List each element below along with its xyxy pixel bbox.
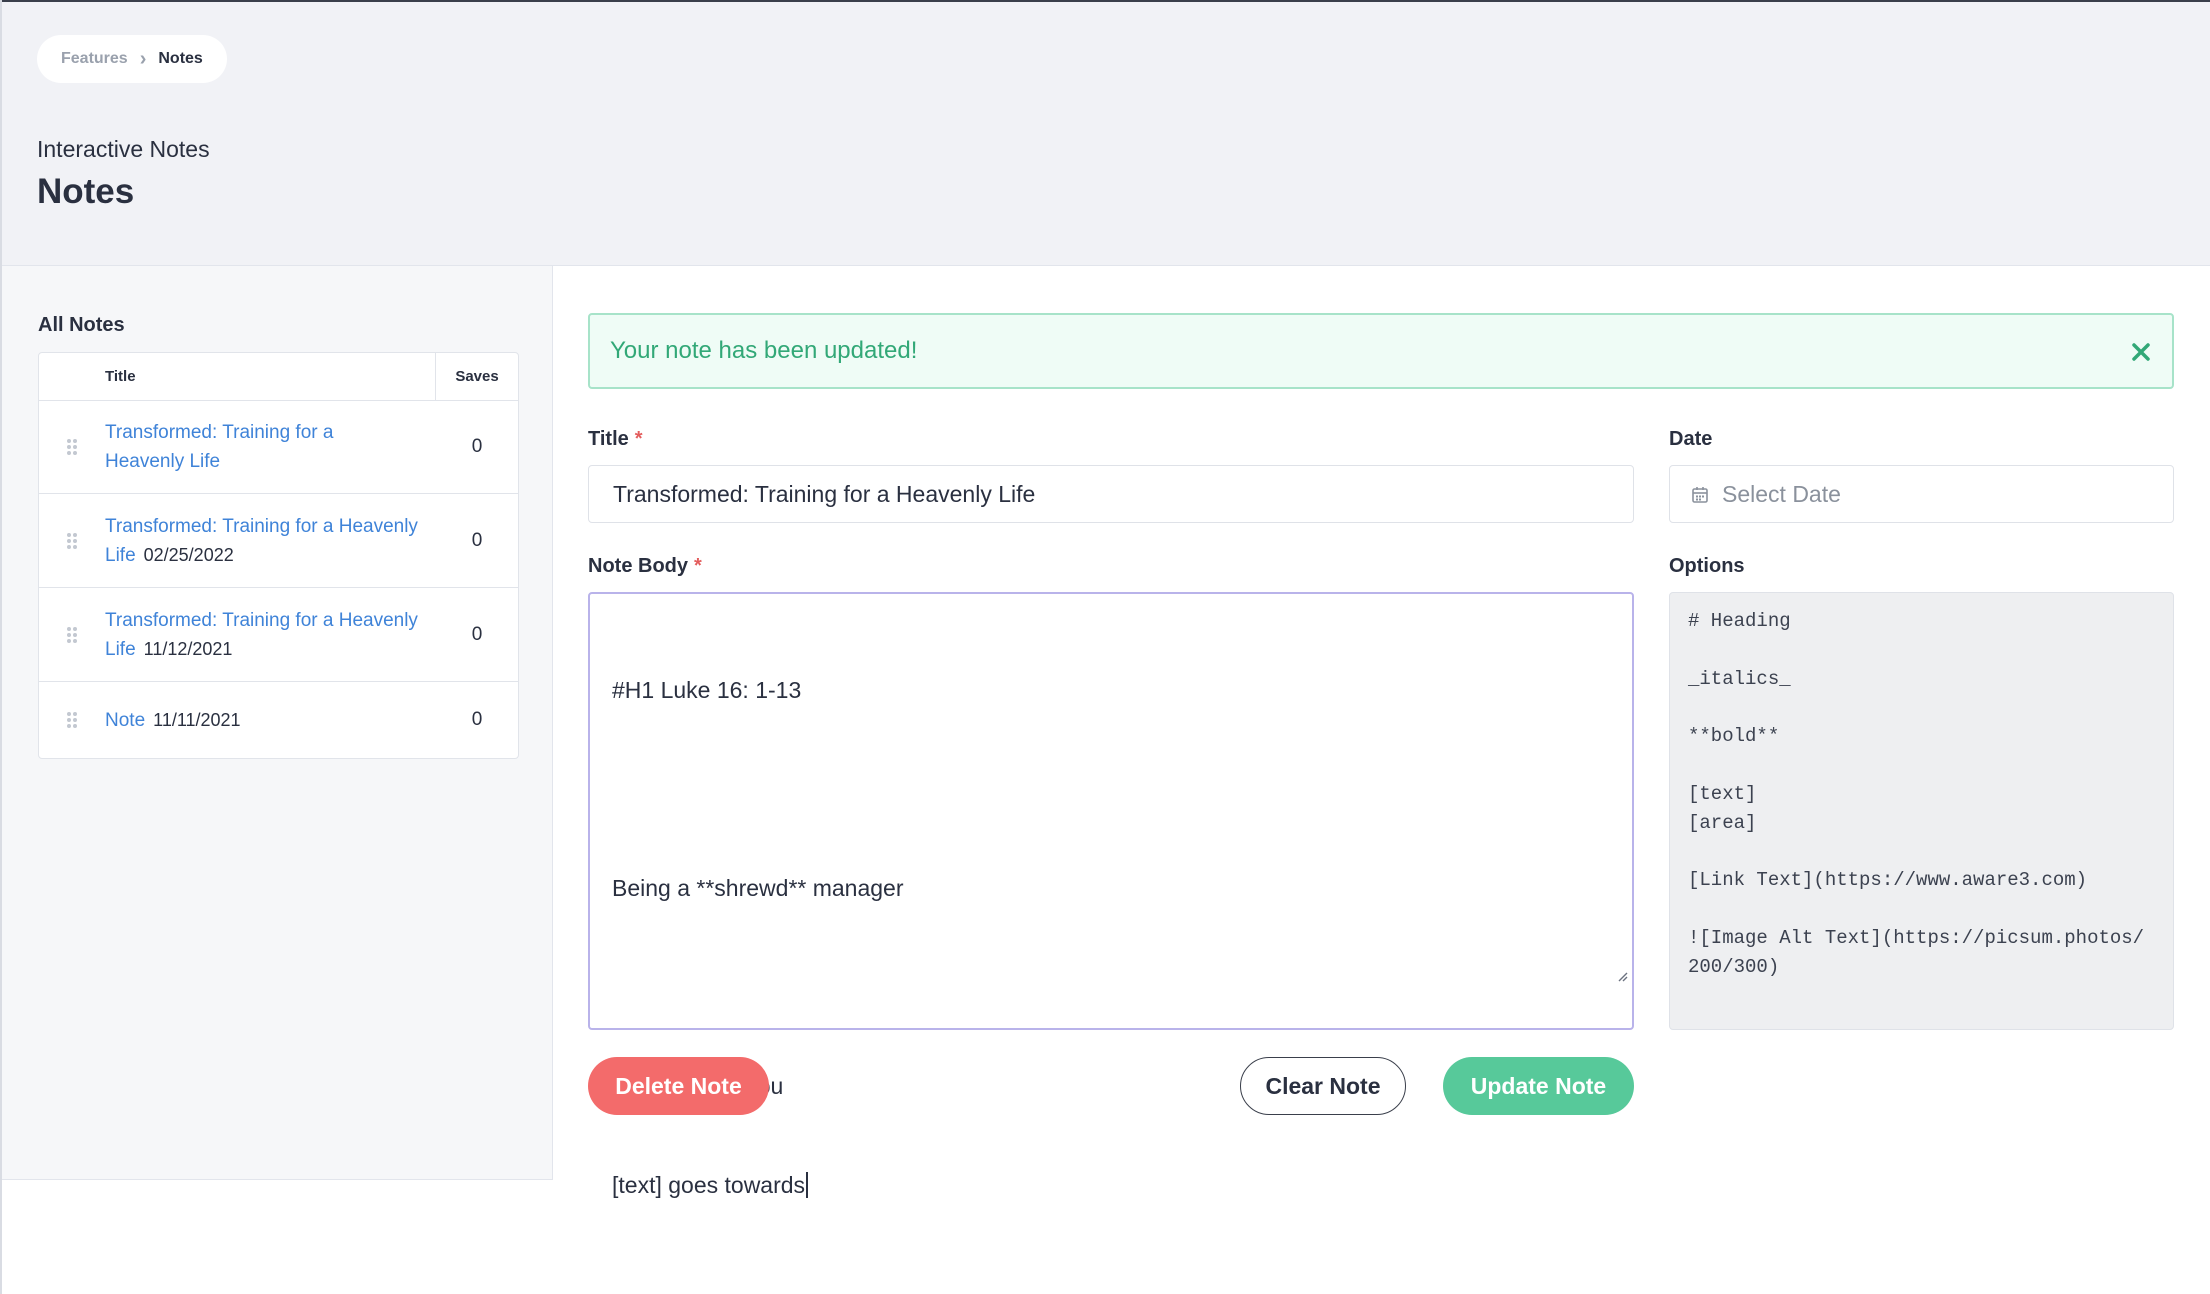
calendar-icon: [1692, 486, 1708, 503]
body-line: #H1 Luke 16: 1-13: [612, 677, 802, 703]
table-row[interactable]: Transformed: Training for a Heavenly Lif…: [39, 494, 518, 588]
note-body-label-text: Note Body: [588, 555, 688, 577]
delete-note-button[interactable]: Delete Note: [588, 1057, 769, 1115]
body-line-text: [text] goes towards: [612, 1172, 806, 1198]
date-placeholder: Select Date: [1722, 480, 1841, 507]
page-title: Notes: [37, 172, 135, 211]
notes-table-header: Title Saves: [39, 353, 518, 401]
drag-handle-icon[interactable]: [39, 626, 105, 644]
note-saves-count: 0: [471, 709, 483, 730]
note-date: 11/12/2021: [143, 638, 233, 659]
date-picker-input[interactable]: Select Date: [1669, 465, 2174, 523]
notes-sidebar: All Notes Title Saves Transformed: Train…: [2, 266, 553, 1180]
body-line-last: [text] goes towards: [612, 1169, 1610, 1202]
body-line: Being a **shrewd** manager: [612, 875, 904, 901]
note-date: 02/25/2022: [143, 544, 234, 565]
page-header: Features › Notes Interactive Notes Notes: [2, 2, 2210, 266]
breadcrumb: Features › Notes: [37, 35, 227, 83]
markdown-options-reference: # Heading _italics_ **bold** [text] [are…: [1669, 592, 2174, 1030]
note-title-cell: Transformed: Training for a Heavenly Lif…: [105, 606, 436, 664]
note-link[interactable]: Transformed: Training for a Heavenly Lif…: [105, 418, 385, 476]
resize-handle-icon[interactable]: [1578, 925, 1628, 1024]
all-notes-heading: All Notes: [38, 314, 125, 336]
page-subtitle: Interactive Notes: [37, 136, 210, 162]
breadcrumb-current: Notes: [158, 50, 203, 67]
note-body-textarea[interactable]: #H1 Luke 16: 1-13 Being a **shrewd** man…: [588, 592, 1634, 1198]
update-note-button[interactable]: Update Note: [1443, 1057, 1634, 1115]
clear-note-button[interactable]: Clear Note: [1240, 1057, 1406, 1115]
breadcrumb-chevron-icon: ›: [139, 48, 147, 70]
table-row[interactable]: Note 11/11/2021 0: [39, 682, 518, 758]
breadcrumb-features-link[interactable]: Features: [61, 50, 128, 68]
table-row[interactable]: Transformed: Training for a Heavenly Lif…: [39, 401, 518, 494]
title-label: Title *: [588, 428, 643, 451]
body-line: [612, 971, 1610, 1004]
title-label-text: Title: [588, 428, 629, 450]
column-header-title[interactable]: Title: [39, 353, 436, 400]
note-body-label: Note Body *: [588, 555, 702, 578]
note-title-cell: Transformed: Training for a Heavenly Lif…: [105, 418, 436, 476]
body-line: [612, 773, 1610, 806]
column-header-saves[interactable]: Saves: [436, 368, 518, 385]
drag-handle-icon[interactable]: [39, 532, 105, 550]
options-label: Options: [1669, 555, 1745, 577]
note-title-cell: Transformed: Training for a Heavenly Lif…: [105, 512, 436, 570]
success-alert: Your note has been updated!: [588, 313, 2174, 389]
date-label: Date: [1669, 428, 1713, 450]
drag-handle-icon[interactable]: [39, 711, 105, 729]
title-input[interactable]: [588, 465, 1634, 523]
text-caret: [806, 1172, 809, 1198]
table-row[interactable]: Transformed: Training for a Heavenly Lif…: [39, 588, 518, 682]
note-saves-count: 0: [471, 436, 483, 457]
note-date: 11/11/2021: [153, 709, 241, 730]
required-marker: *: [694, 555, 702, 577]
drag-handle-icon[interactable]: [39, 438, 105, 456]
note-link[interactable]: Note: [105, 710, 145, 731]
note-title-cell: Note 11/11/2021: [105, 706, 436, 735]
notes-table: Title Saves Transformed: Training for a …: [38, 352, 519, 759]
required-marker: *: [634, 428, 643, 450]
alert-message: Your note has been updated!: [610, 337, 918, 364]
close-x-icon[interactable]: [2128, 339, 2154, 365]
note-saves-count: 0: [471, 623, 483, 645]
note-saves-count: 0: [471, 529, 483, 551]
